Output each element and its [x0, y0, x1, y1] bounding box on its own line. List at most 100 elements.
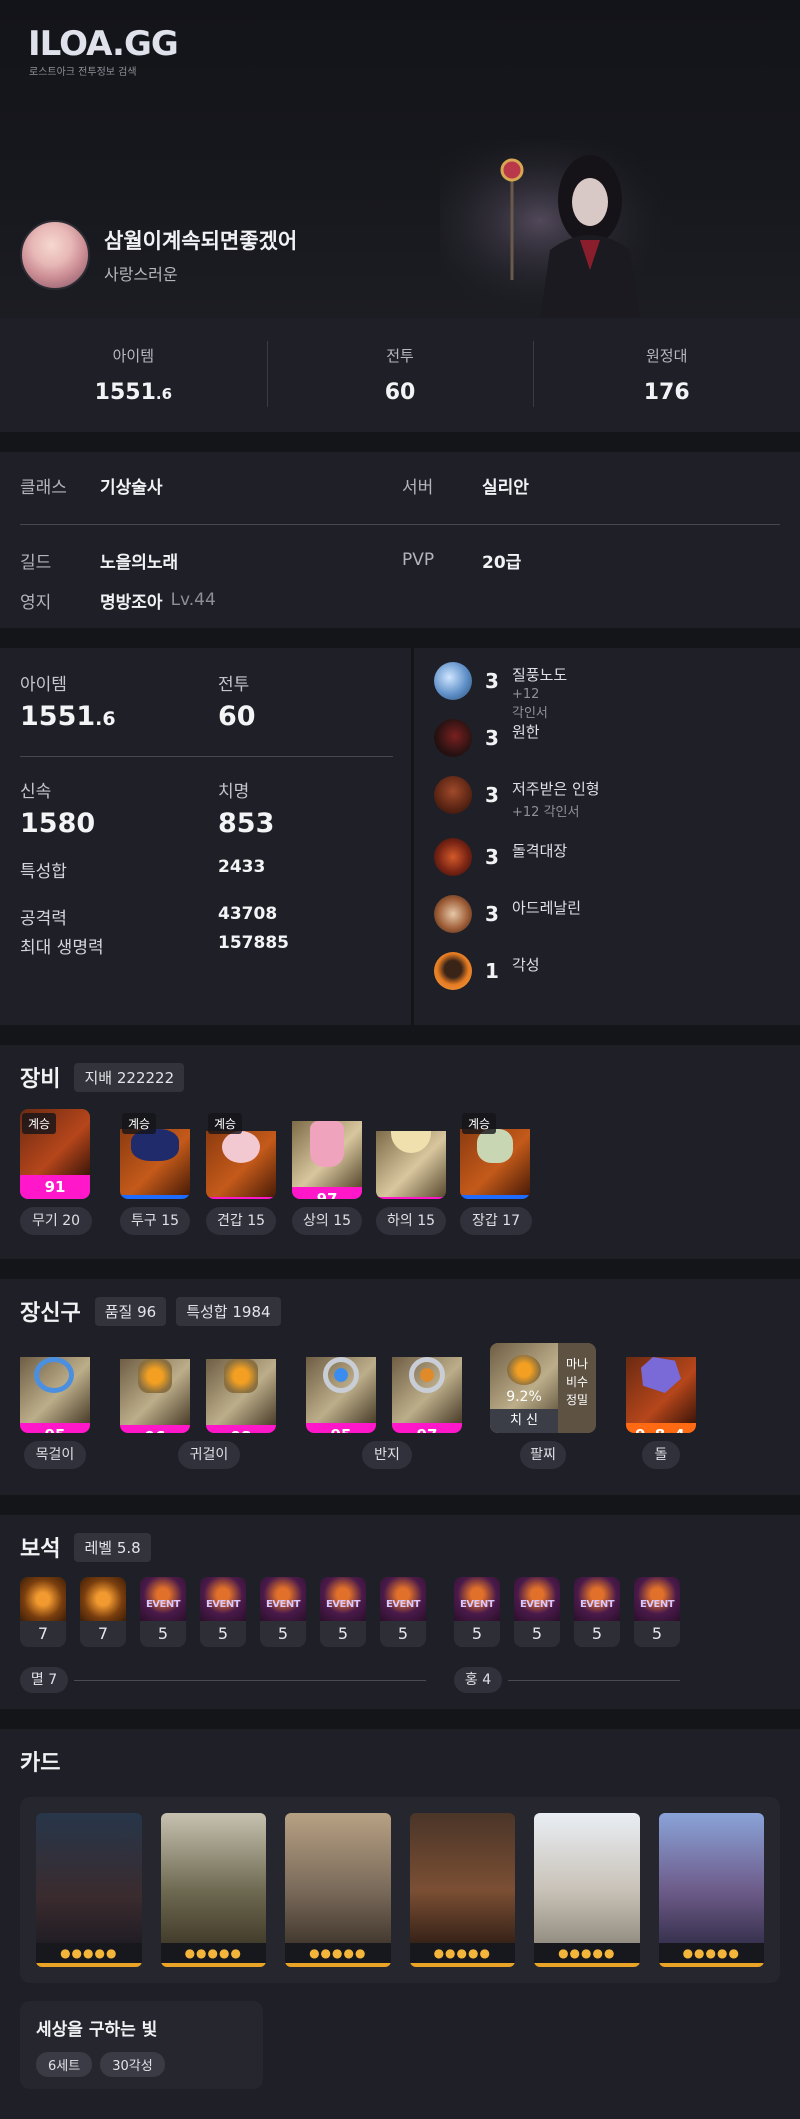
- gem-group-line: [508, 1680, 680, 1681]
- equipment-bottom[interactable]: 93: [376, 1109, 446, 1199]
- trait-value: 2433: [218, 857, 266, 877]
- bracelet-percent: 9.2%: [506, 1389, 542, 1405]
- stat-combat-level: 전투 60: [266, 341, 534, 407]
- gem-level: 7: [37, 1624, 49, 1643]
- stat-item-level: 아이템 1551.6: [0, 345, 267, 405]
- server-value: 실리안: [482, 477, 529, 498]
- engraving-item[interactable]: 3 원한: [434, 719, 780, 776]
- combat-level-label: 전투: [218, 675, 250, 695]
- gem-item[interactable]: EVENT 5: [140, 1577, 186, 1647]
- site-logo[interactable]: ILOA.GG: [28, 24, 179, 64]
- awakening-stars: ●●●●●: [658, 1943, 764, 1967]
- equipment-weapon[interactable]: 91 계승: [20, 1109, 90, 1199]
- gem-level: 5: [277, 1624, 289, 1643]
- combat-panel: 아이템 1551.6 전투 60 신속 1580 치명 853 특성합 2433…: [0, 648, 800, 1025]
- avatar: [20, 220, 90, 290]
- gem-item[interactable]: EVENT 5: [260, 1577, 306, 1647]
- engraving-item[interactable]: 3 저주받은 인형 +12 각인서: [434, 776, 780, 838]
- divider: [0, 628, 800, 648]
- engraving-sub: +12 각인서: [512, 805, 580, 820]
- equipment-label: 투구 15: [120, 1207, 190, 1235]
- gem-item[interactable]: EVENT 5: [454, 1577, 500, 1647]
- stat-value: 1551.6: [0, 380, 267, 405]
- quality-value: 93: [376, 1197, 446, 1199]
- accessory-bracelet[interactable]: 9.2% 치 신 마나 비수 정밀: [490, 1343, 596, 1433]
- guild-value[interactable]: 노을의노래: [100, 548, 402, 573]
- succession-tag: 계승: [122, 1113, 157, 1134]
- card-item[interactable]: ●●●●●: [36, 1813, 142, 1967]
- gem-level: 5: [531, 1624, 543, 1643]
- max-hp-value: 157885: [218, 933, 289, 953]
- equipment-title: 장비: [20, 1067, 61, 1092]
- combat-level-value: 60: [218, 701, 256, 732]
- equipment-shoulder[interactable]: 92 계승: [206, 1109, 276, 1199]
- gem-title: 보석: [20, 1537, 61, 1562]
- quality-value: 97: [392, 1423, 462, 1433]
- gem-item[interactable]: EVENT 5: [634, 1577, 680, 1647]
- accessory-label: 돌: [642, 1441, 680, 1469]
- character-title: 사랑스러운: [104, 265, 178, 284]
- engraving-level: 3: [485, 845, 499, 869]
- server-label: 서버: [402, 477, 434, 498]
- equipment-helmet[interactable]: 89 계승: [120, 1109, 190, 1199]
- accessory-label: 반지: [362, 1441, 412, 1469]
- engraving-item[interactable]: 3 아드레날린: [434, 895, 780, 952]
- card-list: ●●●●● ●●●●● ●●●●● ●●●●● ●●●●● ●●●●●: [20, 1797, 780, 1983]
- card-item[interactable]: ●●●●●: [160, 1813, 266, 1967]
- event-label: EVENT: [265, 1599, 301, 1610]
- engraving-item[interactable]: 1 각성: [434, 952, 780, 1009]
- card-item[interactable]: ●●●●●: [285, 1813, 391, 1967]
- card-item[interactable]: ●●●●●: [409, 1813, 515, 1967]
- site-tagline: 로스트아크 전투정보 검색: [29, 67, 137, 78]
- accessory-earring-1[interactable]: 96: [120, 1343, 190, 1433]
- gem-item[interactable]: EVENT 5: [200, 1577, 246, 1647]
- gem-item[interactable]: EVENT 5: [514, 1577, 560, 1647]
- card-set-name: 세상을 구하는 빛: [36, 2020, 158, 2040]
- engraving-item[interactable]: 3 질풍노도 +12 각인서: [434, 662, 780, 721]
- gem-item[interactable]: EVENT 5: [380, 1577, 426, 1647]
- gem-level: 5: [591, 1624, 603, 1643]
- equipment-top[interactable]: 97: [292, 1109, 362, 1199]
- accessory-earring-2[interactable]: 98: [206, 1343, 276, 1433]
- gem-level: 7: [97, 1624, 109, 1643]
- engraving-item[interactable]: 3 돌격대장: [434, 838, 780, 895]
- gem-item[interactable]: EVENT 5: [574, 1577, 620, 1647]
- item-level-decimal: .6: [95, 708, 116, 730]
- equipment-gloves[interactable]: 81 계승: [460, 1109, 530, 1199]
- divider: [0, 1259, 800, 1279]
- trait-label: 특성합: [20, 862, 67, 882]
- combat-stats: 아이템 1551.6 전투 60 신속 1580 치명 853 특성합 2433…: [0, 648, 414, 1025]
- max-hp-label: 최대 생명력: [20, 938, 104, 958]
- accessory-ring-2[interactable]: 97: [392, 1343, 462, 1433]
- stone-value: 9 8 4: [626, 1423, 696, 1433]
- stat-label: 전투: [386, 347, 414, 365]
- adrenaline-icon: [434, 895, 472, 933]
- profile-header: ILOA.GG 로스트아크 전투정보 검색 삼월이계속되면좋겠어 사랑스러운: [0, 0, 800, 318]
- stat-label: 아이템: [112, 347, 155, 365]
- succession-tag: 계승: [462, 1113, 497, 1134]
- card-item[interactable]: ●●●●●: [534, 1813, 640, 1967]
- quality-value: 98: [206, 1425, 276, 1433]
- engraving-name: 원한: [512, 723, 540, 741]
- accessory-ring-1[interactable]: 95: [306, 1343, 376, 1433]
- gem-item[interactable]: EVENT 5: [320, 1577, 366, 1647]
- equipment-label: 견갑 15: [206, 1207, 276, 1235]
- character-name: 삼월이계속되면좋겠어: [104, 229, 298, 253]
- quality-value: 81: [460, 1195, 530, 1199]
- equipment-section: 장비 지배 222222 91 계승 89 계승 92 계승 97 93 81: [0, 1045, 800, 1259]
- quality-value: 96: [120, 1425, 190, 1433]
- accessory-necklace[interactable]: 95: [20, 1343, 90, 1433]
- swift-label: 신속: [20, 782, 52, 802]
- engraving-level: 3: [485, 669, 499, 693]
- raid-captain-icon: [434, 838, 472, 876]
- equipment-set-chip: 지배 222222: [74, 1062, 185, 1092]
- event-label: EVENT: [385, 1599, 421, 1610]
- bracelet-stats: 치 신: [490, 1409, 558, 1433]
- gem-level: 5: [397, 1624, 409, 1643]
- card-item[interactable]: ●●●●●: [658, 1813, 764, 1967]
- pvp-value: 20급: [482, 552, 522, 573]
- gem-item[interactable]: 7: [20, 1577, 66, 1647]
- equipment-label: 장갑 17: [460, 1207, 532, 1235]
- ability-stone[interactable]: 9 8 4: [626, 1343, 696, 1433]
- gem-item[interactable]: 7: [80, 1577, 126, 1647]
